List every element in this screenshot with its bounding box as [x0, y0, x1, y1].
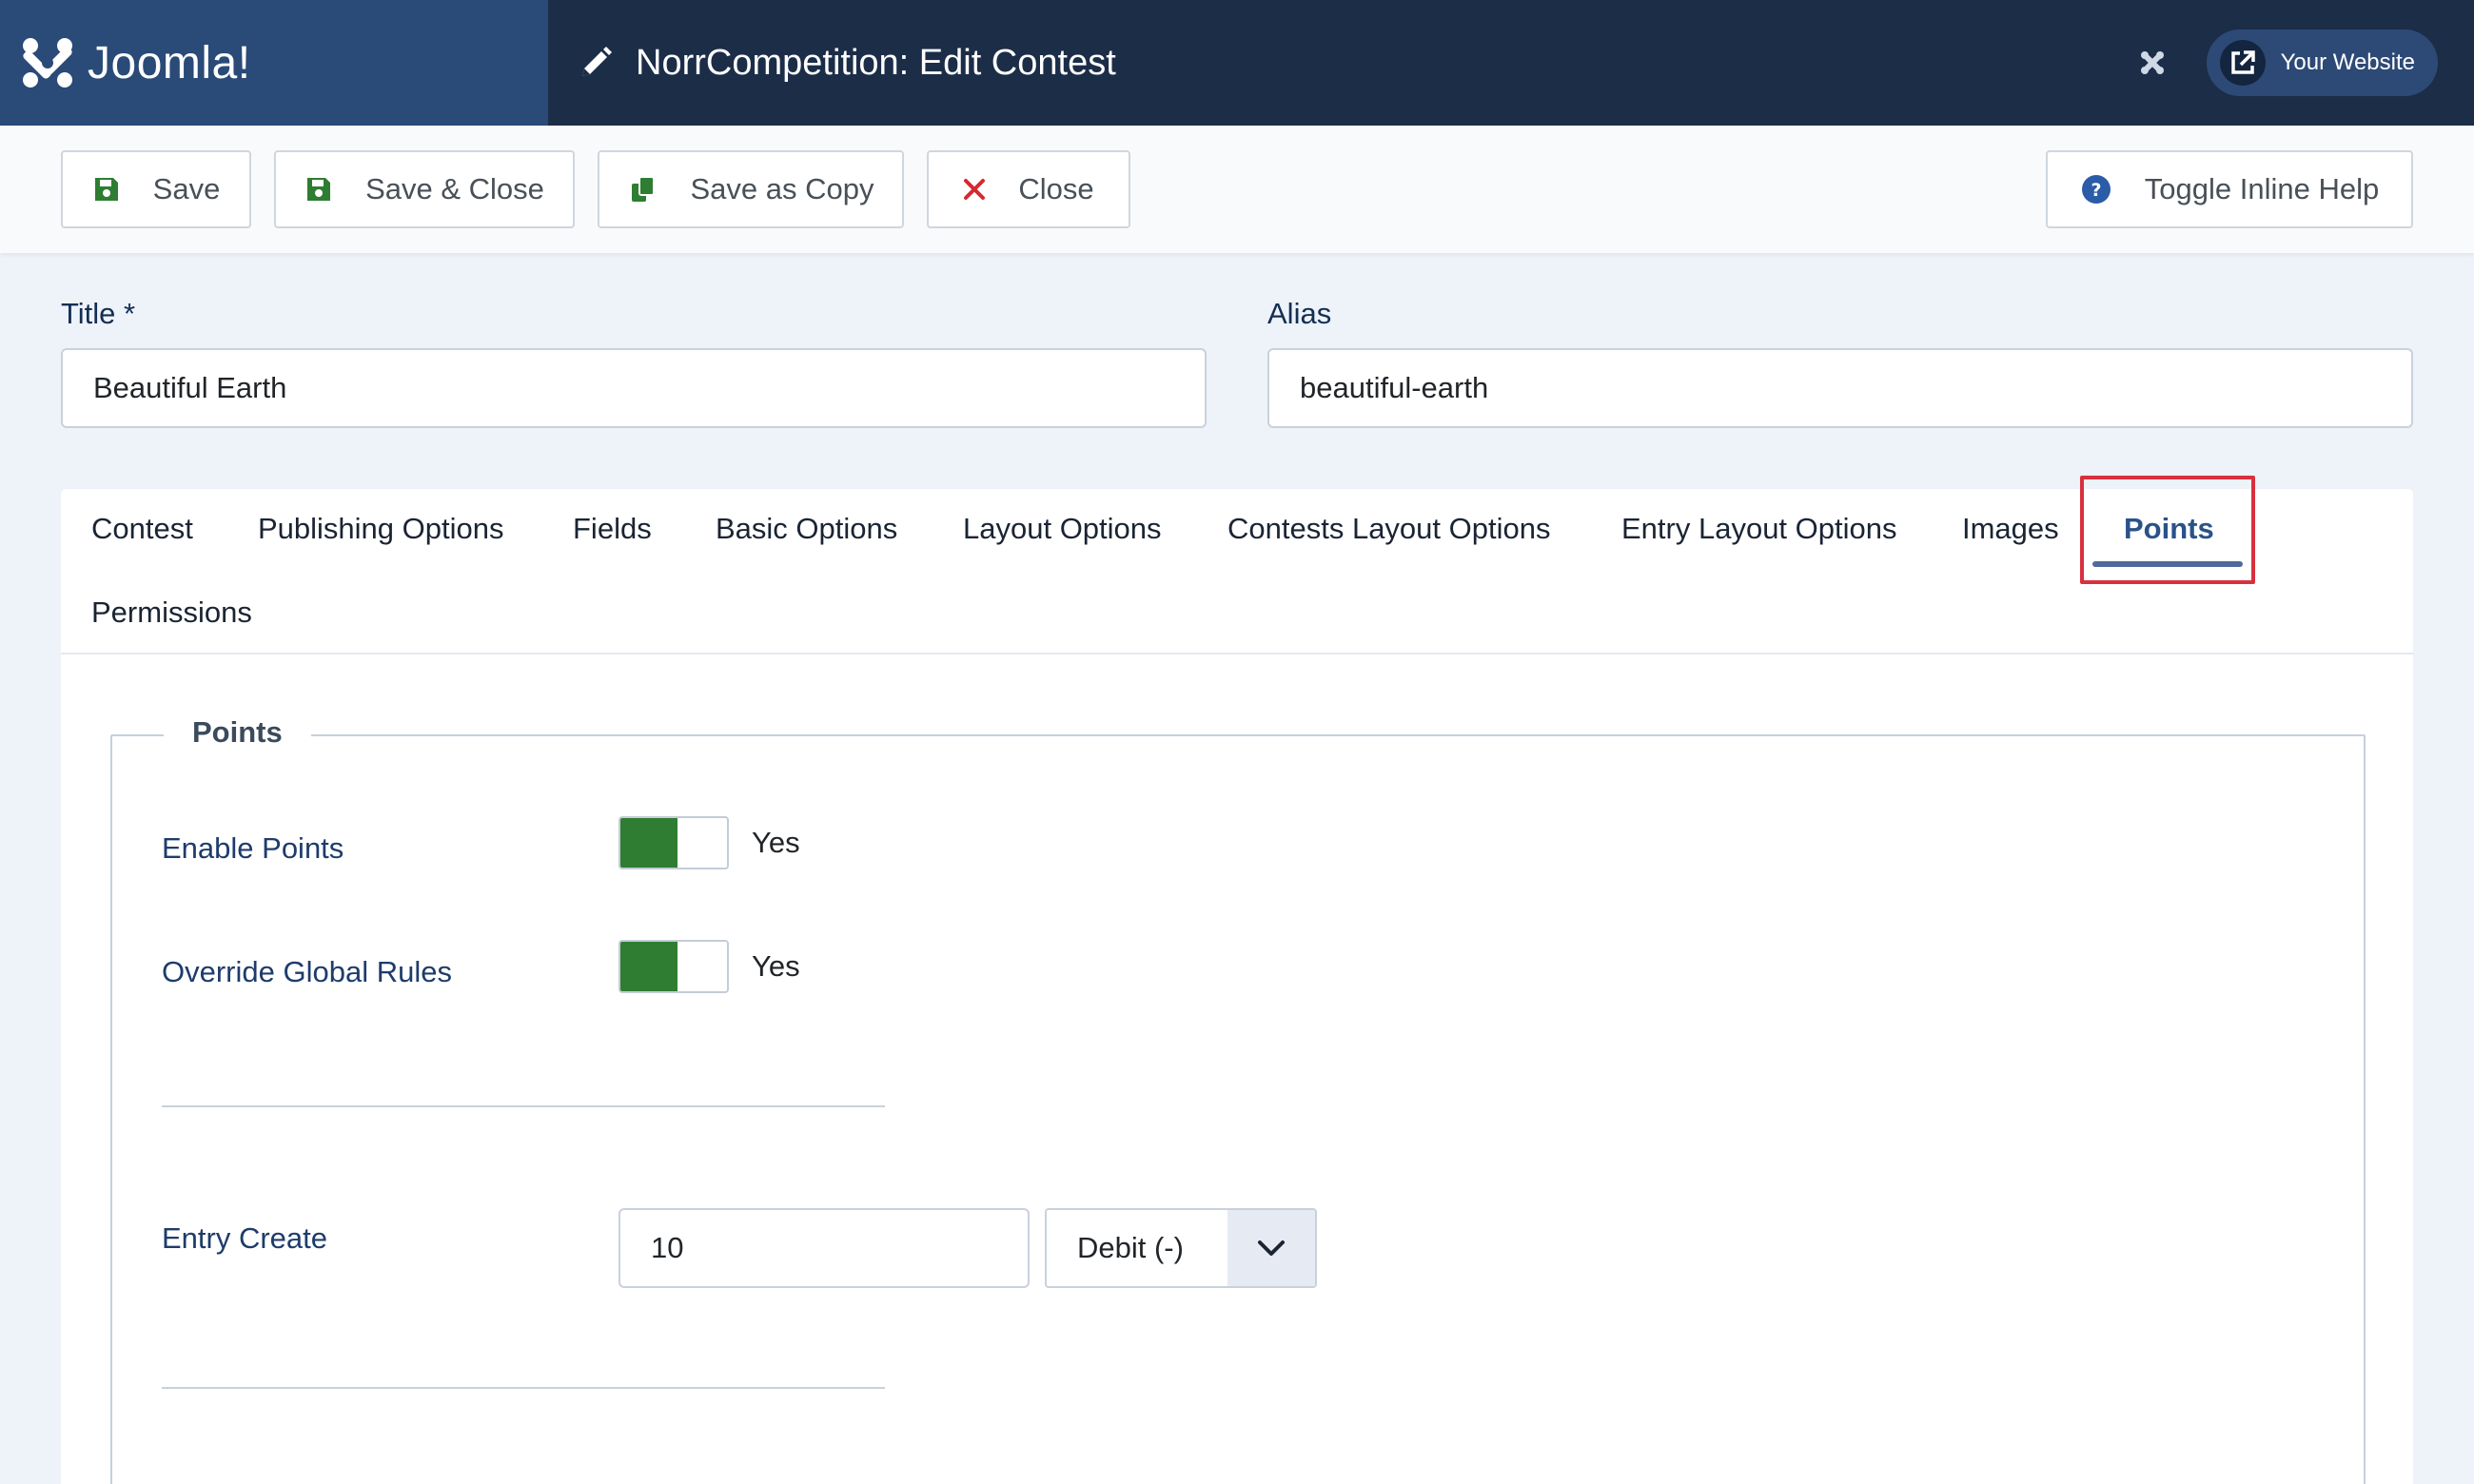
enable-points-toggle[interactable]: [618, 816, 729, 869]
joomla-small-icon[interactable]: [2140, 50, 2165, 75]
save-close-label: Save & Close: [365, 172, 544, 205]
title-value: Beautiful Earth: [93, 371, 287, 404]
title-label: Title *: [61, 297, 136, 330]
tab-contest[interactable]: Contest: [91, 512, 193, 546]
enable-points-label: Enable Points: [162, 831, 344, 865]
page-title: NorrCompetition: Edit Contest: [636, 42, 1116, 83]
svg-text:?: ?: [2091, 180, 2101, 201]
save-button[interactable]: Save: [61, 150, 251, 228]
tab-images[interactable]: Images: [1962, 512, 2059, 546]
active-tab-underline: [2092, 561, 2243, 567]
close-icon: [964, 179, 986, 200]
help-label: Toggle Inline Help: [2144, 172, 2380, 205]
enable-points-value: Yes: [752, 826, 800, 859]
override-global-rules-toggle[interactable]: [618, 940, 729, 993]
chevron-down-icon: [1258, 1240, 1285, 1256]
tab-basic-options[interactable]: Basic Options: [716, 512, 897, 546]
logo-text: Joomla!: [88, 37, 251, 88]
tabs-divider: [61, 653, 2413, 654]
toggle-inline-help-button[interactable]: ? Toggle Inline Help: [2046, 150, 2413, 228]
toolbar: Save Save & Close Save as Copy Close ? T…: [0, 126, 2474, 253]
entry-create-points-value: 10: [651, 1231, 684, 1264]
title-input[interactable]: Beautiful Earth: [61, 348, 1207, 428]
entry-create-label: Entry Create: [162, 1221, 328, 1255]
save-close-button[interactable]: Save & Close: [274, 150, 575, 228]
divider: [162, 1387, 885, 1389]
toggle-knob: [620, 942, 677, 991]
tab-fields[interactable]: Fields: [573, 512, 652, 546]
tab-publishing-options[interactable]: Publishing Options: [258, 512, 504, 546]
alias-label: Alias: [1267, 297, 1332, 330]
your-website-label: Your Website: [2280, 49, 2415, 75]
your-website-button[interactable]: Your Website: [2206, 29, 2438, 96]
external-link-icon: [2230, 50, 2255, 74]
entry-create-type-select[interactable]: Debit (-): [1045, 1208, 1317, 1288]
pencil-icon: [582, 47, 612, 76]
alias-input[interactable]: beautiful-earth: [1267, 348, 2413, 428]
entry-create-type-value: Debit (-): [1077, 1231, 1184, 1264]
tab-layout-options[interactable]: Layout Options: [963, 512, 1162, 546]
save-icon: [94, 178, 118, 201]
tab-contests-layout-options[interactable]: Contests Layout Options: [1227, 512, 1550, 546]
entry-create-points-input[interactable]: 10: [618, 1208, 1030, 1288]
top-header: Joomla! NorrCompetition: Edit Contest Yo…: [0, 0, 2474, 126]
close-label: Close: [1018, 172, 1094, 205]
points-fieldset: [110, 734, 2366, 1484]
toggle-knob: [620, 818, 677, 868]
override-global-rules-value: Yes: [752, 949, 800, 983]
save-label: Save: [152, 172, 221, 205]
override-global-rules-label: Override Global Rules: [162, 955, 452, 988]
save-icon: [307, 178, 331, 201]
divider: [162, 1105, 885, 1107]
alias-value: beautiful-earth: [1300, 371, 1489, 404]
save-copy-label: Save as Copy: [690, 172, 874, 205]
copy-icon: [631, 176, 655, 202]
points-legend: Points: [164, 715, 311, 750]
joomla-logo-icon: [23, 38, 72, 88]
tab-points[interactable]: Points: [2124, 512, 2214, 546]
save-copy-button[interactable]: Save as Copy: [598, 150, 904, 228]
logo[interactable]: Joomla!: [0, 0, 548, 126]
close-button[interactable]: Close: [927, 150, 1130, 228]
tab-entry-layout-options[interactable]: Entry Layout Options: [1621, 512, 1897, 546]
help-icon: ?: [2081, 175, 2111, 204]
tab-permissions[interactable]: Permissions: [91, 596, 252, 630]
